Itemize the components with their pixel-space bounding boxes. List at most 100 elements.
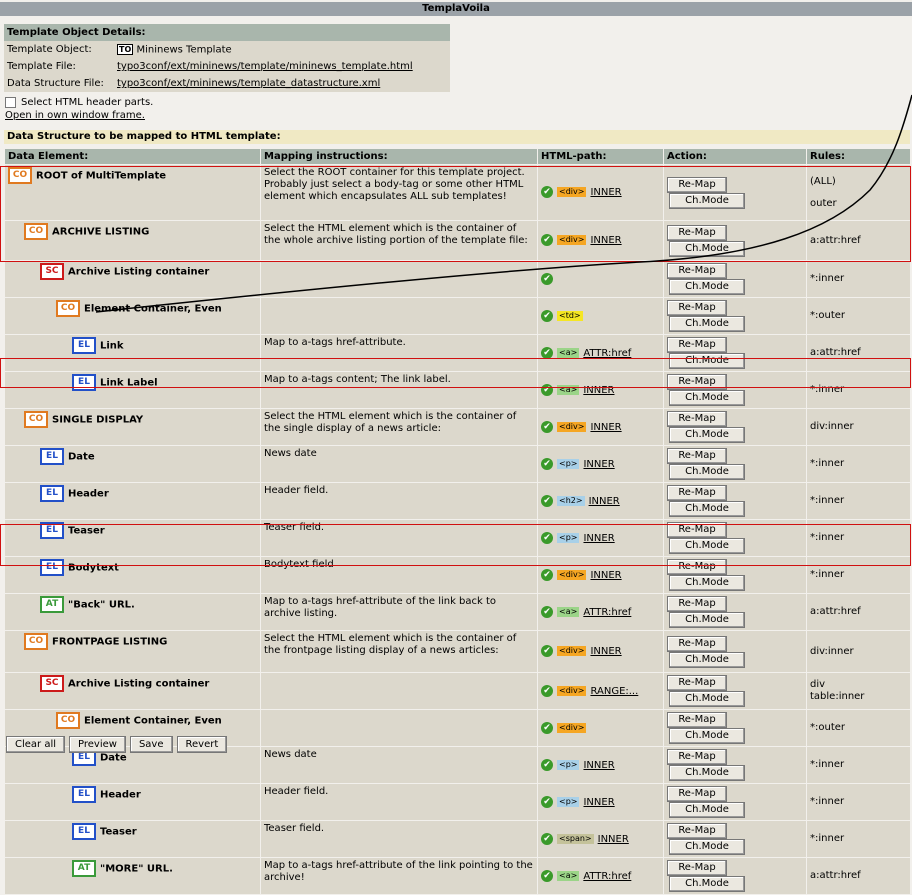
html-path-link[interactable]: INNER <box>583 459 614 470</box>
html-path-link[interactable]: INNER <box>589 496 620 507</box>
html-tag-label: <div> <box>557 685 587 696</box>
data-element-name: Link <box>100 340 124 352</box>
remap-button[interactable]: Re-Map <box>667 374 727 390</box>
co-type-badge: CO <box>24 633 48 650</box>
change-mode-button[interactable]: Ch.Mode <box>669 501 745 517</box>
change-mode-button[interactable]: Ch.Mode <box>669 192 745 209</box>
change-mode-button[interactable]: Ch.Mode <box>669 427 745 443</box>
change-mode-button[interactable]: Ch.Mode <box>669 464 745 480</box>
at-type-badge: AT <box>40 596 64 613</box>
change-mode-button[interactable]: Ch.Mode <box>669 691 745 707</box>
change-mode-button[interactable]: Ch.Mode <box>669 390 745 406</box>
remap-button[interactable]: Re-Map <box>667 224 727 241</box>
change-mode-button[interactable]: Ch.Mode <box>669 876 745 892</box>
change-mode-button[interactable]: Ch.Mode <box>669 316 745 332</box>
change-mode-button[interactable]: Ch.Mode <box>669 575 745 591</box>
check-icon: ✔ <box>541 531 553 544</box>
html-path-link[interactable]: INNER <box>590 646 621 657</box>
check-icon: ✔ <box>541 494 553 507</box>
change-mode-button[interactable]: Ch.Mode <box>669 802 745 818</box>
change-mode-button[interactable]: Ch.Mode <box>669 240 745 257</box>
remap-button[interactable]: Re-Map <box>667 860 727 876</box>
mapping-row: CO ROOT of MultiTemplate Select the ROOT c… <box>4 164 911 221</box>
rules-text: a:attr:href <box>810 234 861 246</box>
html-path-link[interactable]: INNER <box>590 235 621 246</box>
change-mode-button[interactable]: Ch.Mode <box>669 651 745 668</box>
action-cell: Re-MapCh.Mode <box>663 408 807 446</box>
remap-button[interactable]: Re-Map <box>667 300 727 316</box>
check-icon: ✔ <box>541 186 553 198</box>
check-icon: ✔ <box>541 869 553 882</box>
html-path-link[interactable]: ATTR:href <box>583 871 631 882</box>
change-mode-button[interactable]: Ch.Mode <box>669 728 745 744</box>
change-mode-button[interactable]: Ch.Mode <box>669 612 745 628</box>
data-element-cell: EL Link <box>4 334 261 372</box>
datastructure-file-link[interactable]: typo3conf/ext/mininews/template_datastru… <box>117 78 380 89</box>
html-path-link[interactable]: INNER <box>583 385 614 396</box>
html-path-link[interactable]: INNER <box>590 422 621 433</box>
data-element-cell: SC Archive Listing container <box>4 260 261 298</box>
html-path-link[interactable]: RANGE:... <box>590 686 638 697</box>
remap-button[interactable]: Re-Map <box>667 635 727 652</box>
rules-cell: *:outer <box>806 297 911 335</box>
html-path-link[interactable]: INNER <box>590 570 621 581</box>
remap-button[interactable]: Re-Map <box>667 263 727 279</box>
remap-button[interactable]: Re-Map <box>667 712 727 728</box>
change-mode-button[interactable]: Ch.Mode <box>669 839 745 855</box>
remap-button[interactable]: Re-Map <box>667 749 727 765</box>
change-mode-button[interactable]: Ch.Mode <box>669 279 745 295</box>
save-button[interactable]: Save <box>129 736 173 753</box>
revert-button[interactable]: Revert <box>176 736 228 753</box>
html-path-cell: ✔ <p> INNER <box>537 445 664 483</box>
remap-button[interactable]: Re-Map <box>667 337 727 353</box>
html-tag-label: <h2> <box>557 495 585 506</box>
remap-button[interactable]: Re-Map <box>667 522 727 538</box>
html-path-link[interactable]: ATTR:href <box>583 607 631 618</box>
change-mode-button[interactable]: Ch.Mode <box>669 538 745 554</box>
change-mode-button[interactable]: Ch.Mode <box>669 353 745 369</box>
preview-button[interactable]: Preview <box>69 736 126 753</box>
template-file-link[interactable]: typo3conf/ext/mininews/template/mininews… <box>117 61 413 72</box>
data-element-cell: SC Archive Listing container <box>4 672 261 710</box>
check-icon: ✔ <box>541 758 553 771</box>
data-element-cell: AT "Back" URL. <box>4 593 261 631</box>
action-cell: Re-MapCh.Mode <box>663 783 807 821</box>
clear-all-button[interactable]: Clear all <box>6 736 66 753</box>
remap-button[interactable]: Re-Map <box>667 786 727 802</box>
open-in-own-window-link[interactable]: Open in own window frame. <box>5 110 145 121</box>
action-cell: Re-MapCh.Mode <box>663 746 807 784</box>
html-path-link[interactable]: INNER <box>598 834 629 845</box>
remap-button[interactable]: Re-Map <box>667 823 727 839</box>
data-element-cell: EL Header <box>4 482 261 520</box>
change-mode-button[interactable]: Ch.Mode <box>669 765 745 781</box>
check-icon: ✔ <box>541 457 553 470</box>
details-heading: Template Object Details: <box>4 24 450 41</box>
mapping-instructions: Select the HTML element which is the con… <box>260 408 538 446</box>
data-element-name: Header <box>100 789 141 801</box>
rules-text: *:outer <box>810 310 846 321</box>
header-parts-checkbox[interactable] <box>5 97 16 108</box>
html-path-link[interactable]: INNER <box>583 760 614 771</box>
remap-button[interactable]: Re-Map <box>667 176 727 193</box>
rules-cell: *:inner <box>806 783 911 821</box>
html-path-cell: ✔ <div> INNER <box>537 630 664 673</box>
remap-button[interactable]: Re-Map <box>667 675 727 691</box>
remap-button[interactable]: Re-Map <box>667 596 727 612</box>
remap-button[interactable]: Re-Map <box>667 411 727 427</box>
remap-button[interactable]: Re-Map <box>667 485 727 501</box>
data-element-name: "Back" URL. <box>68 599 135 611</box>
html-path-link[interactable]: ATTR:href <box>583 348 631 359</box>
data-element-name: Date <box>100 752 127 764</box>
at-type-badge: AT <box>72 860 96 877</box>
el-type-badge: EL <box>40 485 64 502</box>
remap-button[interactable]: Re-Map <box>667 448 727 464</box>
check-icon: ✔ <box>541 568 553 581</box>
check-icon: ✔ <box>541 832 553 845</box>
mapping-row: AT "MORE" URL. Map to a-tags href-attribut… <box>4 857 911 895</box>
html-path-link[interactable]: INNER <box>583 533 614 544</box>
html-path-cell: ✔ <div> INNER <box>537 220 664 261</box>
mapping-instructions <box>260 672 538 710</box>
html-path-link[interactable]: INNER <box>583 797 614 808</box>
html-path-link[interactable]: INNER <box>590 187 621 198</box>
remap-button[interactable]: Re-Map <box>667 559 727 575</box>
